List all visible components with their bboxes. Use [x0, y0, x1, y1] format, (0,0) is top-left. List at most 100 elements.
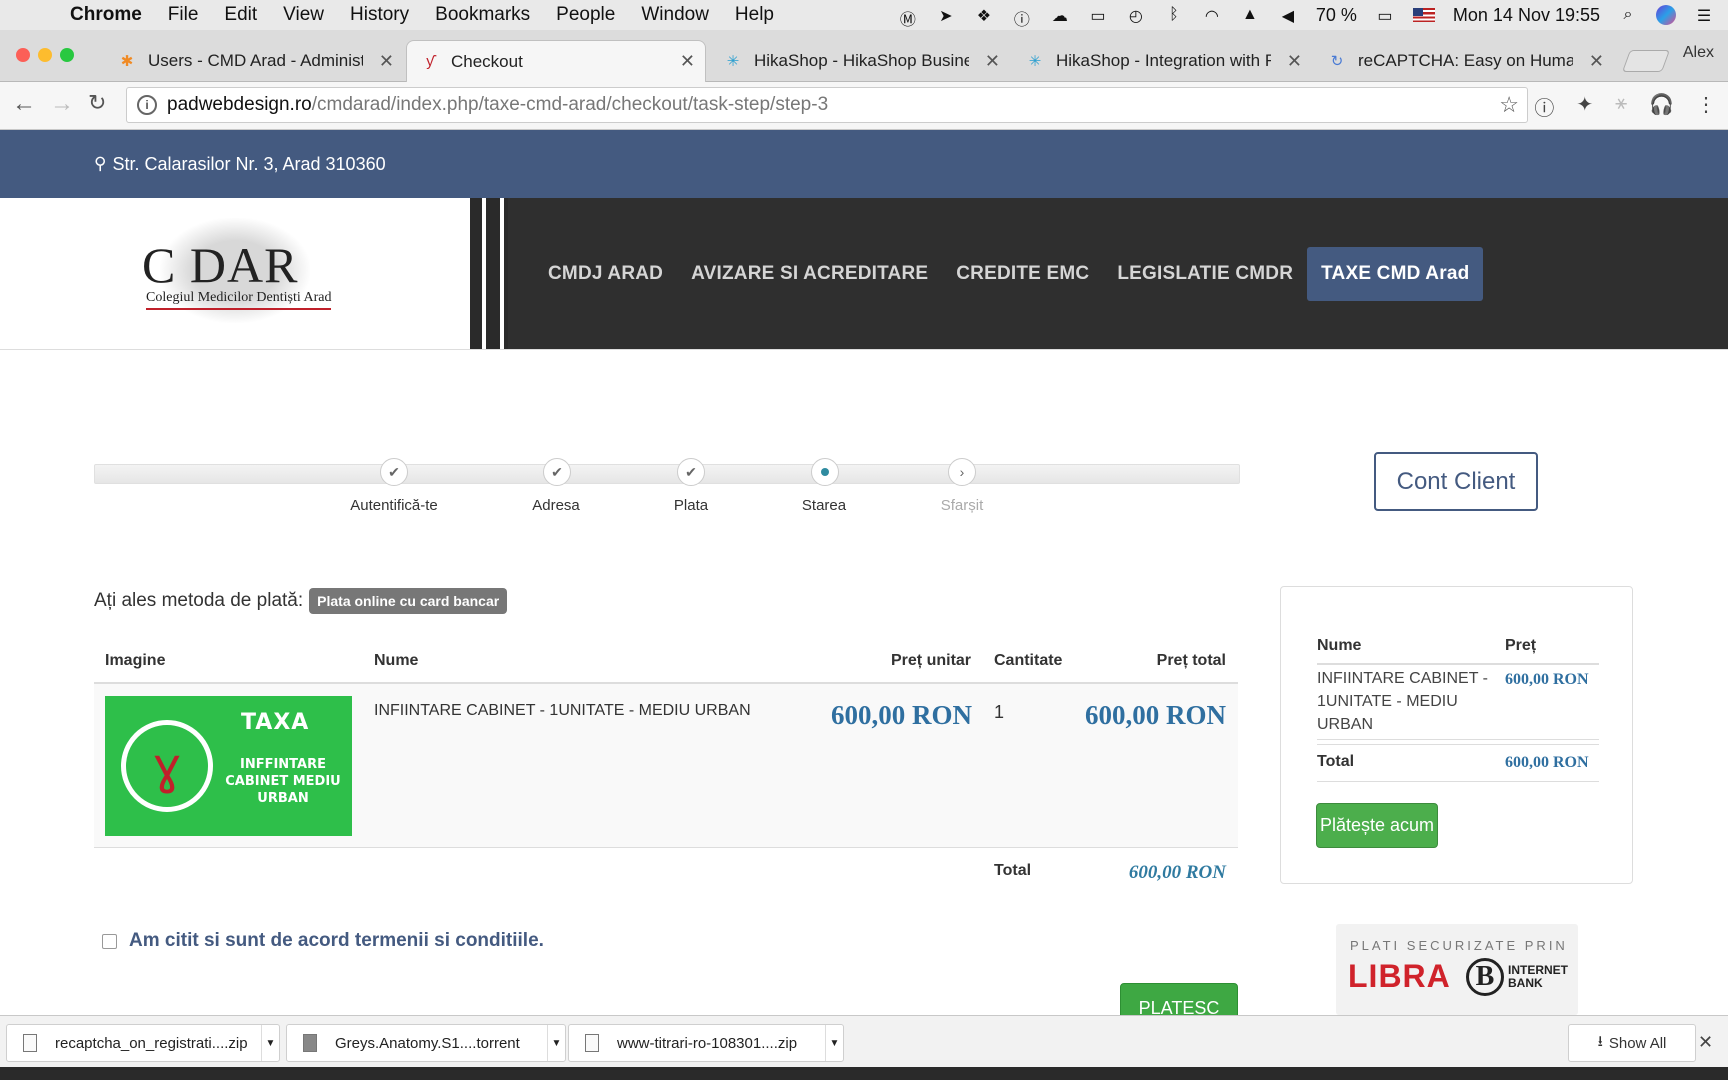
battery-icon[interactable]: ▭: [1375, 6, 1395, 25]
close-tab-icon[interactable]: ✕: [985, 51, 1000, 72]
summary-total-value: 600,00 RON: [1505, 754, 1589, 771]
close-tab-icon[interactable]: ✕: [379, 51, 394, 72]
joomla-icon: ✱: [120, 53, 134, 70]
terms-label[interactable]: Am citit si sunt de acord termenii si co…: [129, 930, 544, 952]
downloads-bar: recaptcha_on_registrati....zip ▼ Greys.A…: [0, 1015, 1728, 1067]
download-item[interactable]: Greys.Anatomy.S1....torrent ▼: [286, 1024, 566, 1062]
clock[interactable]: Mon 14 Nov 19:55: [1453, 5, 1600, 26]
menu-history[interactable]: History: [350, 4, 409, 26]
zip-file-icon: [23, 1034, 37, 1052]
profile-name[interactable]: Alex: [1683, 44, 1714, 62]
macos-menubar: Chrome File Edit View History Bookmarks …: [0, 0, 1728, 30]
libra-b-logo: B: [1466, 958, 1504, 996]
menu-bookmarks[interactable]: Bookmarks: [435, 4, 530, 26]
step-label-starea: Starea: [801, 497, 847, 514]
close-downloads-bar-icon[interactable]: ✕: [1698, 1032, 1713, 1053]
menu-window[interactable]: Window: [641, 4, 709, 26]
download-menu-caret-icon[interactable]: ▼: [261, 1025, 279, 1061]
reload-icon[interactable]: ↻: [88, 90, 106, 116]
menu-app-name[interactable]: Chrome: [70, 4, 142, 26]
menu-people[interactable]: People: [556, 4, 615, 26]
dropbox-icon[interactable]: ❖: [974, 6, 994, 25]
download-menu-caret-icon[interactable]: ▼: [547, 1025, 565, 1061]
maximize-window-button[interactable]: [60, 48, 74, 62]
chrome-menu-icon[interactable]: ⋮: [1696, 92, 1716, 121]
col-pret-total: Preț total: [1156, 652, 1226, 669]
bookmark-star-icon[interactable]: ☆: [1499, 92, 1519, 118]
notification-center-icon[interactable]: ☰: [1694, 6, 1714, 25]
site-header: C DAR Colegiul Medicilor Dentiști Arad C…: [0, 198, 1728, 350]
summary-col-pret: Preț: [1505, 637, 1537, 654]
us-flag-icon[interactable]: [1412, 8, 1435, 22]
tab-title: HikaShop - Integration with Re: [1056, 51, 1271, 70]
onepassword-extension-icon[interactable]: ⓘ: [1534, 92, 1554, 121]
nav-taxe-cmd-arad[interactable]: TAXE CMD Arad: [1307, 246, 1484, 301]
libra-internet-bank: INTERNET BANK: [1508, 964, 1568, 990]
time-machine-icon[interactable]: ◴: [1126, 6, 1146, 25]
puzzle-extension-icon[interactable]: ✦: [1576, 92, 1593, 121]
header-divider-stripes: [470, 198, 508, 349]
checkout-progress-bar: [94, 464, 1240, 484]
tab-title: Users - CMD Arad - Administr: [148, 51, 363, 70]
product-image[interactable]: ɣ TAXA INFFINTARE CABINET MEDIU URBAN: [105, 696, 352, 836]
menu-help[interactable]: Help: [735, 4, 774, 26]
tab-hikashop-business[interactable]: ✳ HikaShop - HikaShop Busines ✕: [710, 40, 1010, 82]
cloud-icon[interactable]: ☁: [1050, 6, 1070, 25]
download-item[interactable]: recaptcha_on_registrati....zip ▼: [6, 1024, 280, 1062]
download-menu-caret-icon[interactable]: ▼: [825, 1025, 843, 1061]
volume-icon[interactable]: ◀: [1278, 6, 1298, 25]
close-tab-icon[interactable]: ✕: [680, 51, 695, 72]
close-tab-icon[interactable]: ✕: [1589, 51, 1604, 72]
product-image-title: TAXA: [241, 710, 310, 735]
nav-credite-emc[interactable]: CREDITE EMC: [942, 247, 1103, 301]
tab-checkout[interactable]: ƴ Checkout ✕: [406, 40, 706, 82]
spotlight-search-icon[interactable]: ⌕: [1618, 6, 1638, 24]
tab-title: Checkout: [451, 51, 523, 71]
malwarebytes-icon[interactable]: Ⓜ: [898, 6, 918, 29]
bluetooth-icon[interactable]: ᛒ: [1164, 6, 1184, 24]
new-tab-button[interactable]: [1621, 50, 1671, 72]
summary-col-nume: Nume: [1317, 637, 1362, 654]
menu-view[interactable]: View: [283, 4, 324, 26]
onepassword-icon[interactable]: ⓘ: [1012, 6, 1032, 29]
extension-icon[interactable]: ⚹: [1615, 92, 1627, 121]
address-bar[interactable]: i padwebdesign.ro/cmdarad/index.php/taxe…: [126, 87, 1528, 123]
download-item[interactable]: www-titrari-ro-108301....zip ▼: [568, 1024, 844, 1062]
tab-recaptcha[interactable]: ↻ reCAPTCHA: Easy on Humans ✕: [1314, 40, 1614, 82]
nav-avizare-si-acreditare[interactable]: AVIZARE SI ACREDITARE: [677, 247, 942, 301]
logo-wordmark: C DAR: [142, 237, 299, 293]
tab-users-admin[interactable]: ✱ Users - CMD Arad - Administr ✕: [104, 40, 404, 82]
nav-legislatie-cmdr[interactable]: LEGISLATIE CMDR: [1103, 247, 1307, 301]
libra-bank-text: BANK: [1508, 976, 1543, 990]
close-window-button[interactable]: [16, 48, 30, 62]
headphones-extension-icon[interactable]: 🎧: [1649, 92, 1674, 121]
site-info-icon[interactable]: i: [137, 95, 157, 115]
wifi-icon[interactable]: ◠: [1202, 6, 1222, 25]
back-icon[interactable]: ←: [12, 90, 36, 118]
col-nume: Nume: [374, 652, 419, 669]
row-total-price: 600,00 RON: [1085, 700, 1226, 730]
battery-percent[interactable]: 70 %: [1316, 5, 1357, 26]
siri-icon[interactable]: [1656, 5, 1676, 25]
tab-hikashop-integration[interactable]: ✳ HikaShop - Integration with Re ✕: [1012, 40, 1312, 82]
screen-icon[interactable]: ▭: [1088, 6, 1108, 25]
forward-icon[interactable]: →: [50, 90, 74, 118]
url-host: padwebdesign.ro: [167, 94, 312, 115]
product-name[interactable]: INFIINTARE CABINET - 1UNITATE - MEDIU UR…: [374, 702, 751, 720]
recaptcha-icon: ↻: [1330, 53, 1344, 70]
plateste-acum-button[interactable]: Plătește acum: [1316, 803, 1438, 848]
nav-cmdj-arad[interactable]: CMDJ ARAD: [534, 247, 677, 301]
close-tab-icon[interactable]: ✕: [1287, 51, 1302, 72]
hikashop-icon: ✳: [1028, 53, 1042, 70]
terms-checkbox[interactable]: [102, 933, 117, 949]
browser-toolbar: ← → ↻ i padwebdesign.ro/cmdarad/index.ph…: [0, 82, 1728, 130]
cont-client-button[interactable]: Cont Client: [1374, 452, 1538, 511]
show-all-downloads-button[interactable]: ⭳ Show All: [1568, 1024, 1696, 1062]
torrent-file-icon: [303, 1034, 317, 1052]
minimize-window-button[interactable]: [38, 48, 52, 62]
airplay-icon[interactable]: ▲: [1240, 6, 1260, 24]
menu-edit[interactable]: Edit: [224, 4, 257, 26]
tab-title: reCAPTCHA: Easy on Humans: [1358, 51, 1573, 70]
site-logo[interactable]: C DAR Colegiul Medicilor Dentiști Arad: [0, 198, 470, 349]
menu-file[interactable]: File: [168, 4, 199, 26]
